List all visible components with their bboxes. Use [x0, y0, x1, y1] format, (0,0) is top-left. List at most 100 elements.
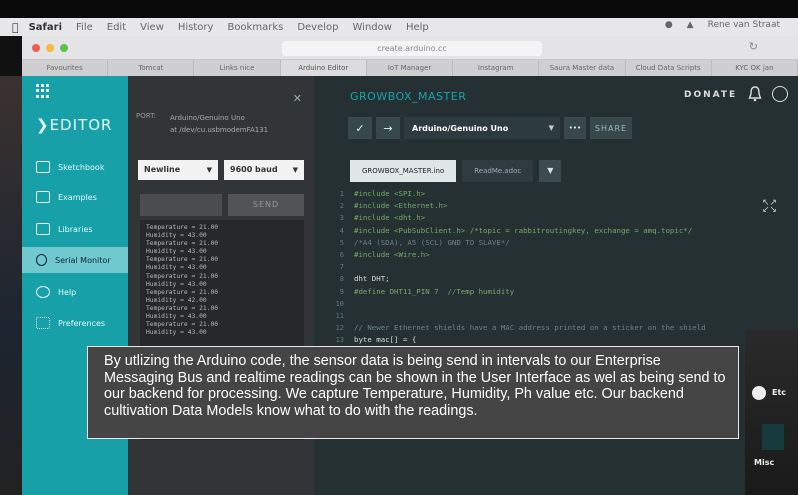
upload-icon[interactable]: → — [376, 117, 400, 139]
code-line[interactable]: #include <dht.h> — [354, 212, 784, 224]
apple-icon[interactable]:  — [12, 21, 19, 34]
serial-send-input[interactable] — [140, 194, 222, 216]
search-icon — [36, 254, 47, 266]
close-icon[interactable]: ✕ — [293, 92, 302, 105]
wifi-icon[interactable]: ▲ — [687, 20, 694, 30]
send-button[interactable]: SEND — [228, 194, 304, 216]
browser-tab[interactable]: IoT Manager — [367, 60, 454, 76]
code-line[interactable]: #include <PubSubClient.h> /*topic = rabb… — [354, 225, 784, 237]
menu-edit[interactable]: Edit — [107, 22, 126, 33]
menu-history[interactable]: History — [178, 22, 214, 33]
browser-tab[interactable]: Instagram — [453, 60, 540, 76]
folder-icon — [36, 161, 50, 173]
port-value: Arduino/Genuino Uno at /dev/cu.usbmodemF… — [170, 112, 268, 136]
fullscreen-icon[interactable]: ↖↗ ↙↘ — [762, 199, 777, 215]
tabs-menu-icon[interactable]: ▼ — [539, 160, 562, 182]
browser-tab[interactable]: Saura Master data — [539, 60, 626, 76]
code-line[interactable]: dht DHT; — [354, 273, 784, 285]
menubar-status: ● ▲ Rene van Straat — [665, 20, 780, 30]
menu-develop[interactable]: Develop — [297, 22, 338, 33]
sidebar-item-serial-monitor[interactable]: Serial Monitor — [22, 247, 128, 273]
code-line[interactable]: byte mac[] = { — [354, 334, 784, 346]
sidebar-item-help[interactable]: Help — [22, 279, 128, 305]
code-line[interactable]: #define DHT11_PIN 7 //Temp humidity — [354, 286, 784, 298]
sidebar-item-sketchbook[interactable]: Sketchbook — [22, 154, 128, 180]
browser-tab[interactable]: KYC OK jan — [712, 60, 798, 76]
port-name: Arduino/Genuino Uno — [170, 114, 245, 122]
serial-output-line: Temperature = 21.00 — [146, 224, 219, 231]
code-line[interactable]: #include <Ethernet.h> — [354, 200, 784, 212]
serial-output-line: Temperature = 21.00 — [146, 272, 219, 280]
status-icon[interactable]: ● — [665, 20, 673, 30]
desktop-label-etc: Etc — [772, 388, 787, 397]
libraries-icon — [36, 223, 50, 235]
menu-window[interactable]: Window — [353, 22, 392, 33]
sidebar-item-examples[interactable]: Examples — [22, 184, 128, 210]
caption-overlay: By utlizing the Arduino code, the sensor… — [87, 346, 739, 439]
serial-output-line: Humidity = 43.00 — [146, 232, 207, 240]
code-line[interactable] — [354, 261, 784, 273]
share-button[interactable]: SHARE — [590, 117, 632, 139]
serial-output-line: Humidity = 43.00 — [146, 313, 207, 321]
browser-tab[interactable]: Tomcat — [108, 60, 195, 76]
more-options-button[interactable]: ••• — [564, 117, 586, 139]
file-tab[interactable]: ReadMe.adoc — [462, 160, 534, 182]
user-account-icon[interactable] — [772, 86, 788, 102]
help-icon — [36, 286, 50, 298]
verify-icon[interactable]: ✓ — [348, 117, 372, 139]
baud-rate-value: 9600 baud — [230, 165, 278, 174]
minimize-window-icon[interactable] — [46, 44, 54, 52]
reload-icon[interactable]: ↻ — [749, 40, 758, 53]
file-tabs: GROWBOX_MASTER.ino ReadMe.adoc ▼ — [350, 160, 562, 182]
menu-view[interactable]: View — [140, 22, 164, 33]
serial-output-line: Temperature = 21.00 — [146, 321, 219, 329]
address-bar[interactable]: create.arduino.cc — [282, 41, 542, 56]
serial-output-line: Humidity = 43.00 — [146, 329, 207, 337]
code-line[interactable] — [354, 298, 784, 310]
bell-icon[interactable] — [748, 86, 762, 102]
line-number: 6 — [339, 251, 344, 260]
line-numbers: 1 2 3 4 5 6 7 8 9 10 11 12 13 — [328, 188, 344, 347]
browser-tabs: Favourites Tomcat Links nice Arduino Edi… — [22, 60, 798, 76]
line-number: 4 — [339, 226, 344, 235]
apps-grid-icon[interactable] — [36, 84, 50, 98]
sketch-name[interactable]: GROWBOX_MASTER — [350, 90, 466, 103]
file-tab-active[interactable]: GROWBOX_MASTER.ino — [350, 160, 457, 182]
line-number: 11 — [335, 312, 344, 321]
browser-tab[interactable]: Cloud Data Scripts — [626, 60, 712, 76]
close-window-icon[interactable] — [32, 44, 40, 52]
sidebar-item-label: Examples — [58, 192, 97, 202]
line-number: 3 — [339, 214, 344, 223]
menu-bookmarks[interactable]: Bookmarks — [227, 22, 283, 33]
menu-safari[interactable]: Safari — [29, 22, 62, 33]
baud-rate-select[interactable]: 9600 baud ▼ — [224, 160, 304, 180]
donate-button[interactable]: DONATE — [684, 90, 737, 100]
sidebar-item-label: Help — [58, 287, 77, 297]
browser-tab-active[interactable]: Arduino Editor — [280, 60, 367, 76]
chevron-down-icon: ▼ — [206, 166, 212, 174]
code-line[interactable]: // Newer Ethernet shields have a MAC add… — [354, 322, 784, 334]
code-line[interactable]: #include <Wire.h> — [354, 249, 784, 261]
sidebar-item-label: Sketchbook — [58, 162, 105, 172]
clock-icon — [752, 386, 766, 400]
browser-tab[interactable]: Links nice — [194, 60, 281, 76]
line-ending-select[interactable]: Newline ▼ — [138, 160, 218, 180]
zoom-window-icon[interactable] — [60, 44, 68, 52]
user-name[interactable]: Rene van Straat — [708, 20, 780, 30]
preferences-icon — [36, 317, 50, 329]
menu-file[interactable]: File — [76, 22, 93, 33]
port-path: at /dev/cu.usbmodemFA131 — [170, 126, 269, 134]
code-lines[interactable]: #include <SPI.h> #include <Ethernet.h> #in… — [354, 188, 784, 346]
browser-tab[interactable]: Favourites — [22, 60, 109, 76]
sidebar-item-libraries[interactable]: Libraries — [22, 216, 128, 242]
serial-output-line: Humidity = 43.00 — [146, 248, 207, 256]
line-number: 10 — [335, 299, 344, 308]
code-line[interactable] — [354, 310, 784, 322]
safari-toolbar: create.arduino.cc ↻ — [22, 36, 798, 60]
menu-help[interactable]: Help — [406, 22, 429, 33]
line-ending-value: Newline — [144, 165, 181, 174]
sidebar-item-preferences[interactable]: Preferences — [22, 310, 128, 336]
board-select[interactable]: Arduino/Genuino Uno ▼ — [404, 117, 560, 139]
code-line[interactable]: /*A4 (SDA), A5 (SCL) GND TO SLAVE*/ — [354, 237, 784, 249]
code-line[interactable]: #include <SPI.h> — [354, 188, 784, 200]
